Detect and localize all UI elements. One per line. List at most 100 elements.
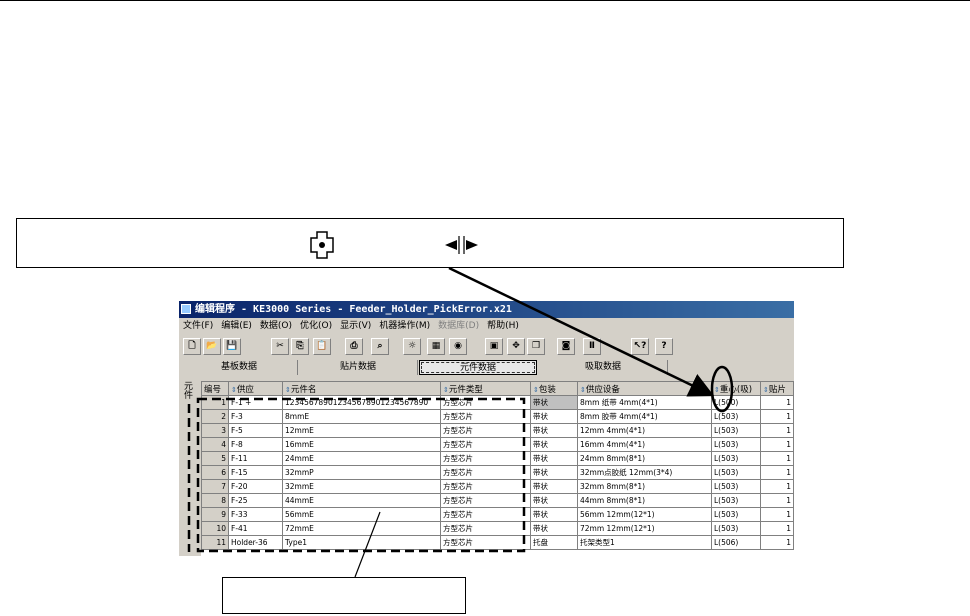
table-cell[interactable]: 带状 bbox=[530, 507, 578, 522]
table-cell[interactable]: F-25 bbox=[228, 493, 283, 508]
table-row[interactable]: 5 F-11 24mmE 方型芯片 带状 24mm 8mm(8*1) L(503) 1 bbox=[201, 451, 794, 466]
table-cell[interactable]: 16mmE bbox=[282, 437, 441, 452]
table-cell[interactable]: L(503) bbox=[711, 409, 761, 424]
open-icon[interactable]: 📂 bbox=[203, 338, 221, 355]
color-icon[interactable]: ◉ bbox=[449, 338, 467, 355]
table-cell[interactable]: 8mm 纸带 4mm(4*1) bbox=[577, 395, 712, 410]
table-cell[interactable]: 方型芯片 bbox=[440, 395, 531, 410]
table-row[interactable]: 11 Holder-36 Type1 方型芯片 托盘 托架类型1 L(506) 1 bbox=[201, 535, 794, 550]
table-cell[interactable]: F-41 bbox=[228, 521, 283, 536]
column-header[interactable]: ⇕贴片 bbox=[760, 381, 794, 396]
table-cell[interactable]: L(506) bbox=[711, 535, 761, 550]
tab-3[interactable]: 元件数据 bbox=[419, 360, 537, 375]
table-cell[interactable]: 方型芯片 bbox=[440, 409, 531, 424]
table-cell[interactable]: 5 bbox=[201, 451, 229, 466]
table-cell[interactable]: 1 bbox=[201, 395, 229, 410]
tab-1[interactable]: 基板数据 bbox=[181, 360, 298, 375]
table-cell[interactable]: F-11 bbox=[228, 451, 283, 466]
table-cell[interactable]: L(503) bbox=[711, 465, 761, 480]
table-cell[interactable]: 带状 bbox=[530, 437, 578, 452]
new-icon[interactable]: 🗋 bbox=[183, 338, 201, 355]
table-row[interactable]: 2 F-3 8mmE 方型芯片 带状 8mm 胶带 4mm(4*1) L(503) 1 bbox=[201, 409, 794, 424]
part-icon[interactable]: ❒ bbox=[527, 338, 545, 355]
table-cell[interactable]: 8 bbox=[201, 493, 229, 508]
menu-item[interactable]: 数据库(D) bbox=[434, 318, 483, 334]
table-cell[interactable]: 方型芯片 bbox=[440, 493, 531, 508]
tab-2[interactable]: 贴片数据 bbox=[299, 360, 418, 375]
table-cell[interactable]: 1 bbox=[760, 437, 794, 452]
table-row[interactable]: 3 F-5 12mmE 方型芯片 带状 12mm 4mm(4*1) L(503) 1 bbox=[201, 423, 794, 438]
table-row[interactable]: 1 F-1 +123456789012345678901234567890 方型芯片… bbox=[201, 395, 794, 410]
table-cell[interactable]: L(503) bbox=[711, 451, 761, 466]
menu-item[interactable]: 数据(O) bbox=[256, 318, 296, 334]
table-cell[interactable]: 方型芯片 bbox=[440, 535, 531, 550]
table-cell[interactable]: 1 bbox=[760, 493, 794, 508]
table-cell[interactable]: 带状 bbox=[530, 479, 578, 494]
table-cell[interactable]: 10 bbox=[201, 521, 229, 536]
tab-4[interactable]: 吸取数据 bbox=[539, 360, 668, 375]
table-cell[interactable]: 32mm点胶纸 12mm(3*4) bbox=[577, 465, 712, 480]
table-cell[interactable]: 24mmE bbox=[282, 451, 441, 466]
table-cell[interactable]: 1 bbox=[760, 535, 794, 550]
table-cell[interactable]: 12mmE bbox=[282, 423, 441, 438]
table-cell[interactable]: F-20 bbox=[228, 479, 283, 494]
table-cell[interactable]: 带状 bbox=[530, 451, 578, 466]
table-cell[interactable]: 32mmE bbox=[282, 479, 441, 494]
table-row[interactable]: 6 F-15 32mmP 方型芯片 带状 32mm点胶纸 12mm(3*4) L(503) 1 bbox=[201, 465, 794, 480]
camera-icon[interactable]: ◙ bbox=[557, 338, 575, 355]
table-cell[interactable]: Holder-36 bbox=[228, 535, 283, 550]
table-cell[interactable]: 1 bbox=[760, 423, 794, 438]
table-cell[interactable]: 44mmE bbox=[282, 493, 441, 508]
table-cell[interactable]: 方型芯片 bbox=[440, 507, 531, 522]
table-cell[interactable]: 带状 bbox=[530, 423, 578, 438]
table-cell[interactable]: 44mm 8mm(8*1) bbox=[577, 493, 712, 508]
table-cell[interactable]: 带状 bbox=[530, 395, 578, 410]
column-header[interactable]: ⇕重心(吸) bbox=[711, 381, 761, 396]
table-cell[interactable]: L(500) bbox=[711, 395, 761, 410]
table-cell[interactable]: 72mm 12mm(12*1) bbox=[577, 521, 712, 536]
table-cell[interactable]: F-1 + bbox=[228, 395, 283, 410]
table-row[interactable]: 4 F-8 16mmE 方型芯片 带状 16mm 4mm(4*1) L(503) 1 bbox=[201, 437, 794, 452]
table-cell[interactable]: L(503) bbox=[711, 507, 761, 522]
table-cell[interactable]: 32mm 8mm(8*1) bbox=[577, 479, 712, 494]
menu-item[interactable]: 帮助(H) bbox=[483, 318, 523, 334]
menu-item[interactable]: 编辑(E) bbox=[217, 318, 256, 334]
table-cell[interactable]: 方型芯片 bbox=[440, 423, 531, 438]
table-cell[interactable]: 托架类型1 bbox=[577, 535, 712, 550]
cut-icon[interactable]: ✂ bbox=[271, 338, 289, 355]
table-cell[interactable]: 带状 bbox=[530, 521, 578, 536]
table-cell[interactable]: L(503) bbox=[711, 423, 761, 438]
table-cell[interactable]: 32mmP bbox=[282, 465, 441, 480]
table-row[interactable]: 10 F-41 72mmE 方型芯片 带状 72mm 12mm(12*1) L(503) 1 bbox=[201, 521, 794, 536]
table-cell[interactable]: 8mm 胶带 4mm(4*1) bbox=[577, 409, 712, 424]
table-cell[interactable]: F-3 bbox=[228, 409, 283, 424]
table-cell[interactable]: 托盘 bbox=[530, 535, 578, 550]
copy-icon[interactable]: ⎘ bbox=[291, 338, 309, 355]
table-cell[interactable]: 1 bbox=[760, 465, 794, 480]
table-row[interactable]: 7 F-20 32mmE 方型芯片 带状 32mm 8mm(8*1) L(503) 1 bbox=[201, 479, 794, 494]
table-cell[interactable]: 带状 bbox=[530, 493, 578, 508]
table-cell[interactable]: L(503) bbox=[711, 479, 761, 494]
table-cell[interactable]: L(503) bbox=[711, 437, 761, 452]
table-row[interactable]: 8 F-25 44mmE 方型芯片 带状 44mm 8mm(8*1) L(503) 1 bbox=[201, 493, 794, 508]
table-cell[interactable]: 带状 bbox=[530, 409, 578, 424]
table-cell[interactable]: 123456789012345678901234567890 bbox=[282, 395, 441, 410]
table-cell[interactable]: 方型芯片 bbox=[440, 451, 531, 466]
table-cell[interactable]: 方型芯片 bbox=[440, 437, 531, 452]
bulb-icon[interactable]: ☼ bbox=[403, 338, 421, 355]
table-cell[interactable]: 12mm 4mm(4*1) bbox=[577, 423, 712, 438]
table-cell[interactable]: L(503) bbox=[711, 493, 761, 508]
find-icon[interactable]: ⌕ bbox=[371, 338, 389, 355]
table-cell[interactable]: 7 bbox=[201, 479, 229, 494]
column-header[interactable]: ⇕供应 bbox=[228, 381, 283, 396]
column-header[interactable]: ⇕元件类型 bbox=[440, 381, 531, 396]
table-cell[interactable]: F-15 bbox=[228, 465, 283, 480]
paste-icon[interactable]: 📋 bbox=[313, 338, 331, 355]
table-cell[interactable]: 8mmE bbox=[282, 409, 441, 424]
column-header[interactable]: ⇕包装 bbox=[530, 381, 578, 396]
table-cell[interactable]: 16mm 4mm(4*1) bbox=[577, 437, 712, 452]
table-cell[interactable]: F-8 bbox=[228, 437, 283, 452]
menu-item[interactable]: 机器操作(M) bbox=[375, 318, 434, 334]
table-cell[interactable]: 4 bbox=[201, 437, 229, 452]
table-cell[interactable]: 带状 bbox=[530, 465, 578, 480]
